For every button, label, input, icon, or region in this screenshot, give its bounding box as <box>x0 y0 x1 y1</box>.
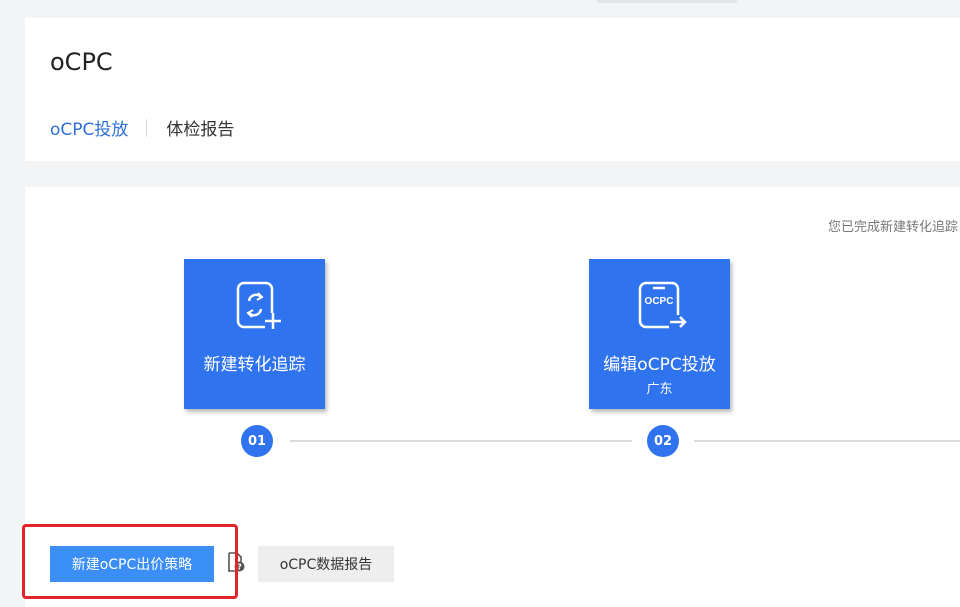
step-connector <box>694 440 960 442</box>
status-text: 您已完成新建转化追踪 <box>827 220 958 235</box>
step-card-edit-ocpc[interactable]: OCPC 编辑oCPC投放 广东 <box>589 259 730 409</box>
ocpc-data-report-button[interactable]: oCPC数据报告 <box>258 546 394 582</box>
tab-divider <box>146 118 148 137</box>
page-title: oCPC <box>50 48 113 76</box>
tab-health-report[interactable]: 体检报告 <box>166 115 234 140</box>
step-card-new-conversion[interactable]: 新建转化追踪 <box>184 259 325 409</box>
conversion-tracking-icon <box>236 281 281 329</box>
step-number-badge: 01 <box>241 425 273 457</box>
svg-text:OCPC: OCPC <box>645 296 674 307</box>
top-scroll-handle <box>597 0 737 3</box>
step-number-badge: 02 <box>647 425 679 457</box>
step-label: 新建转化追踪 <box>203 355 306 375</box>
tab-ocpc-delivery[interactable]: oCPC投放 <box>50 115 128 140</box>
tab-bar: oCPC投放 体检报告 <box>50 115 234 140</box>
step-connector <box>290 440 632 442</box>
highlight-annotation <box>22 524 238 599</box>
step-sublabel: 广东 <box>646 382 673 397</box>
header-card: oCPC oCPC投放 体检报告 <box>25 18 960 161</box>
step-label: 编辑oCPC投放 <box>603 355 716 375</box>
ocpc-document-icon: OCPC <box>638 281 689 329</box>
